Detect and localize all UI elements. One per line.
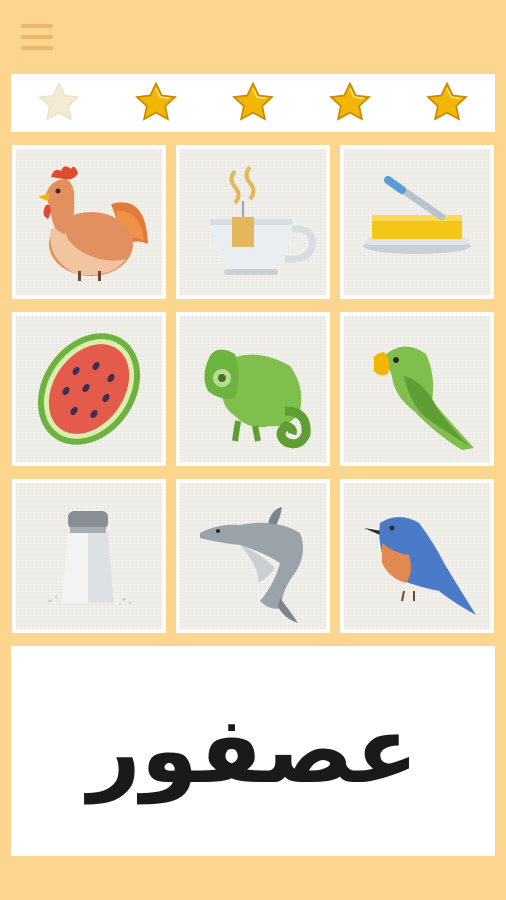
salt-shaker-icon bbox=[48, 511, 132, 605]
target-word: عصفور bbox=[87, 697, 419, 804]
card-watermelon[interactable] bbox=[12, 312, 166, 466]
tea-cup-icon bbox=[210, 165, 316, 275]
word-panel: عصفور bbox=[11, 646, 495, 856]
butter-icon bbox=[363, 176, 471, 254]
menu-bar bbox=[21, 35, 53, 39]
menu-bar bbox=[21, 46, 53, 50]
star-icon bbox=[425, 81, 468, 121]
star-icon bbox=[38, 81, 81, 121]
menu-bar bbox=[21, 24, 53, 28]
card-tea-cup[interactable] bbox=[176, 145, 330, 299]
watermelon-icon bbox=[37, 333, 141, 445]
star-icon bbox=[232, 81, 274, 121]
bluebird-icon bbox=[364, 517, 476, 615]
dolphin-icon bbox=[200, 507, 304, 623]
rooster-icon bbox=[38, 166, 148, 281]
card-rooster[interactable] bbox=[12, 145, 166, 299]
card-salt-shaker[interactable] bbox=[12, 479, 166, 633]
parrot-icon bbox=[373, 346, 474, 450]
card-dolphin[interactable] bbox=[176, 479, 330, 633]
card-parrot[interactable] bbox=[340, 312, 494, 466]
star-icon bbox=[328, 81, 371, 121]
card-bluebird[interactable] bbox=[340, 479, 494, 633]
star-icon bbox=[135, 81, 178, 121]
card-butter[interactable] bbox=[340, 145, 494, 299]
chameleon-icon bbox=[204, 349, 311, 449]
star-rating-bar bbox=[11, 74, 495, 132]
card-chameleon[interactable] bbox=[176, 312, 330, 466]
menu-button[interactable] bbox=[21, 22, 53, 54]
